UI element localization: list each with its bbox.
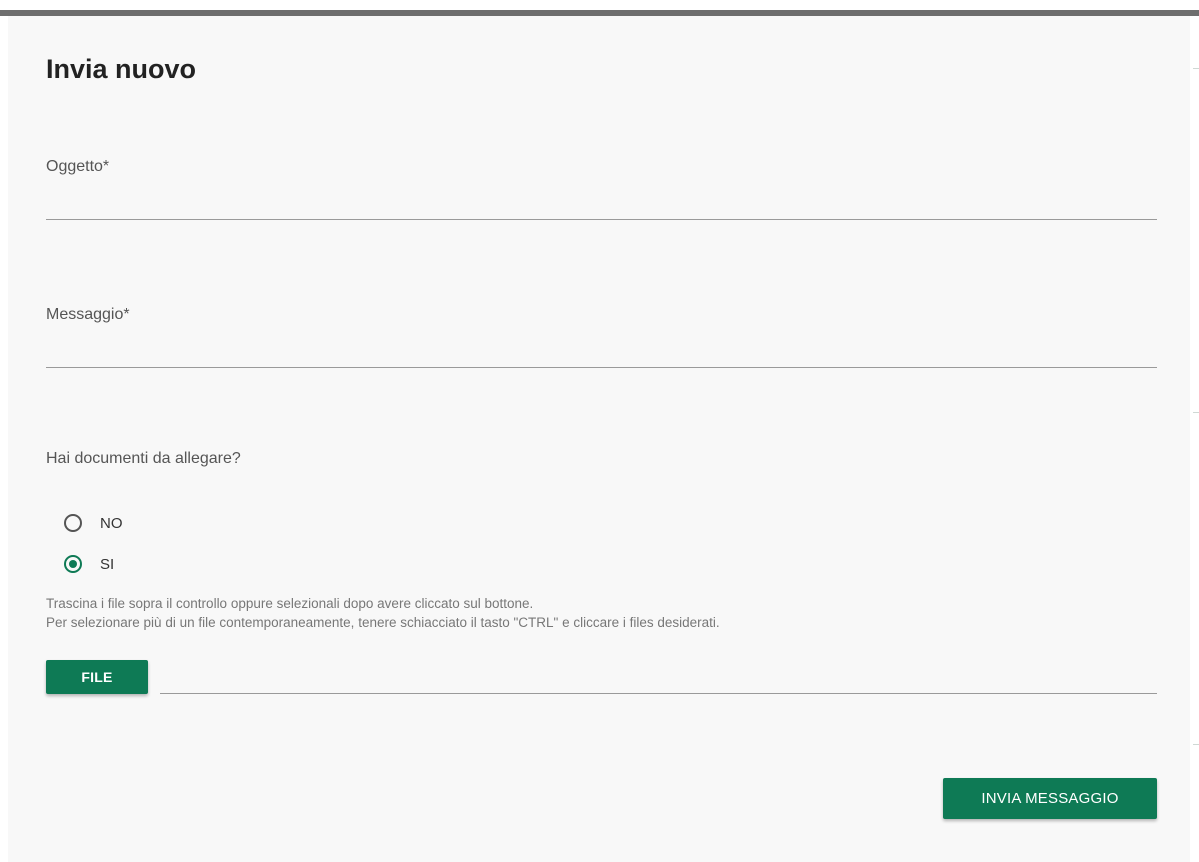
message-underline bbox=[46, 367, 1157, 368]
dialog-title: Invia nuovo bbox=[46, 54, 197, 84]
hint-line-2: Per selezionare più di un file contempor… bbox=[46, 615, 720, 630]
edge-mark bbox=[1193, 412, 1199, 413]
file-name-field[interactable] bbox=[160, 693, 1157, 694]
edge-mark bbox=[1193, 68, 1199, 69]
radio-option-no[interactable]: NO bbox=[64, 513, 123, 533]
attachments-question: Hai documenti da allegare? bbox=[46, 450, 241, 467]
edge-mark bbox=[1193, 744, 1199, 745]
attachments-hint: Trascina i file sopra il controllo oppur… bbox=[46, 594, 720, 632]
right-window-edge bbox=[1190, 16, 1199, 862]
radio-label-no: NO bbox=[100, 514, 123, 532]
radio-label-si: SI bbox=[100, 555, 115, 573]
hint-line-1: Trascina i file sopra il controllo oppur… bbox=[46, 596, 534, 611]
top-margin bbox=[0, 0, 1199, 10]
subject-underline bbox=[46, 219, 1157, 220]
message-input[interactable] bbox=[46, 338, 1157, 366]
new-message-dialog: Invia nuovo Oggetto* Messaggio* Hai docu… bbox=[8, 16, 1190, 862]
radio-dot-icon bbox=[69, 560, 77, 568]
file-select-button[interactable]: FILE bbox=[46, 660, 148, 694]
subject-input[interactable] bbox=[46, 190, 1157, 218]
message-label: Messaggio* bbox=[46, 306, 130, 323]
subject-label: Oggetto* bbox=[46, 158, 110, 175]
send-message-button[interactable]: INVIA MESSAGGIO bbox=[943, 778, 1157, 819]
radio-checked-icon[interactable] bbox=[64, 555, 82, 573]
radio-option-si[interactable]: SI bbox=[64, 554, 114, 574]
radio-unchecked-icon[interactable] bbox=[64, 514, 82, 532]
